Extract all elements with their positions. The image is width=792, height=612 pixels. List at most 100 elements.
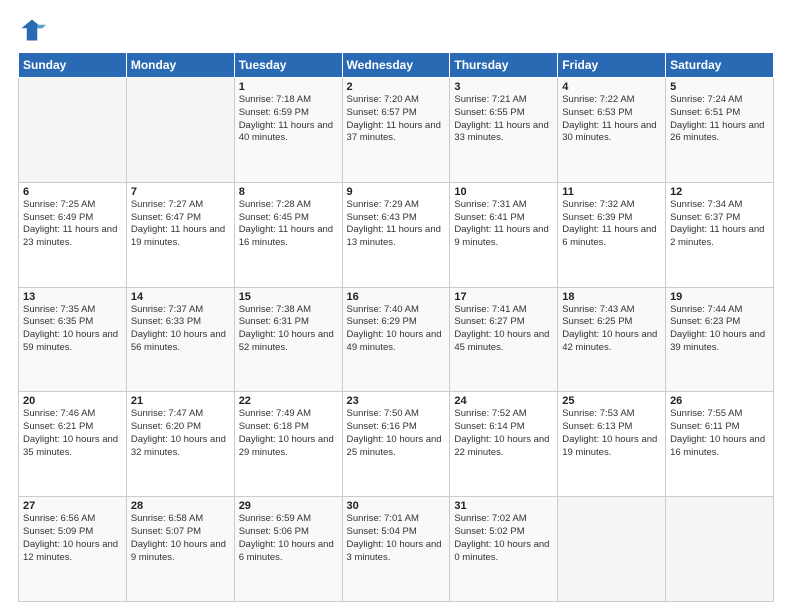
calendar-cell: 2Sunrise: 7:20 AM Sunset: 6:57 PM Daylig… <box>342 78 450 183</box>
calendar-cell: 24Sunrise: 7:52 AM Sunset: 6:14 PM Dayli… <box>450 392 558 497</box>
day-number: 30 <box>347 500 446 512</box>
calendar-body: 1Sunrise: 7:18 AM Sunset: 6:59 PM Daylig… <box>19 78 774 602</box>
day-number: 29 <box>239 500 338 512</box>
calendar-cell: 3Sunrise: 7:21 AM Sunset: 6:55 PM Daylig… <box>450 78 558 183</box>
logo-icon <box>18 16 46 44</box>
calendar-cell: 26Sunrise: 7:55 AM Sunset: 6:11 PM Dayli… <box>666 392 774 497</box>
calendar-cell: 21Sunrise: 7:47 AM Sunset: 6:20 PM Dayli… <box>126 392 234 497</box>
day-info: Sunrise: 7:37 AM Sunset: 6:33 PM Dayligh… <box>131 304 230 355</box>
week-row-3: 13Sunrise: 7:35 AM Sunset: 6:35 PM Dayli… <box>19 287 774 392</box>
calendar-cell: 14Sunrise: 7:37 AM Sunset: 6:33 PM Dayli… <box>126 287 234 392</box>
day-number: 5 <box>670 81 769 93</box>
day-number: 25 <box>562 395 661 407</box>
day-number: 16 <box>347 291 446 303</box>
calendar-cell <box>19 78 127 183</box>
calendar-cell: 12Sunrise: 7:34 AM Sunset: 6:37 PM Dayli… <box>666 182 774 287</box>
day-number: 1 <box>239 81 338 93</box>
calendar-cell: 22Sunrise: 7:49 AM Sunset: 6:18 PM Dayli… <box>234 392 342 497</box>
day-number: 18 <box>562 291 661 303</box>
week-row-4: 20Sunrise: 7:46 AM Sunset: 6:21 PM Dayli… <box>19 392 774 497</box>
day-number: 28 <box>131 500 230 512</box>
day-info: Sunrise: 7:31 AM Sunset: 6:41 PM Dayligh… <box>454 199 553 250</box>
day-info: Sunrise: 7:20 AM Sunset: 6:57 PM Dayligh… <box>347 94 446 145</box>
day-info: Sunrise: 7:18 AM Sunset: 6:59 PM Dayligh… <box>239 94 338 145</box>
day-number: 8 <box>239 186 338 198</box>
calendar-cell: 29Sunrise: 6:59 AM Sunset: 5:06 PM Dayli… <box>234 497 342 602</box>
weekday-header-sunday: Sunday <box>19 53 127 78</box>
calendar-cell: 19Sunrise: 7:44 AM Sunset: 6:23 PM Dayli… <box>666 287 774 392</box>
logo <box>18 16 50 44</box>
calendar-cell: 9Sunrise: 7:29 AM Sunset: 6:43 PM Daylig… <box>342 182 450 287</box>
calendar-cell: 11Sunrise: 7:32 AM Sunset: 6:39 PM Dayli… <box>558 182 666 287</box>
day-info: Sunrise: 7:53 AM Sunset: 6:13 PM Dayligh… <box>562 408 661 459</box>
weekday-header-monday: Monday <box>126 53 234 78</box>
calendar-cell <box>558 497 666 602</box>
day-info: Sunrise: 7:34 AM Sunset: 6:37 PM Dayligh… <box>670 199 769 250</box>
weekday-header-wednesday: Wednesday <box>342 53 450 78</box>
calendar-cell: 30Sunrise: 7:01 AM Sunset: 5:04 PM Dayli… <box>342 497 450 602</box>
day-number: 9 <box>347 186 446 198</box>
calendar-cell: 4Sunrise: 7:22 AM Sunset: 6:53 PM Daylig… <box>558 78 666 183</box>
day-info: Sunrise: 7:29 AM Sunset: 6:43 PM Dayligh… <box>347 199 446 250</box>
calendar-cell: 15Sunrise: 7:38 AM Sunset: 6:31 PM Dayli… <box>234 287 342 392</box>
weekday-header-friday: Friday <box>558 53 666 78</box>
day-info: Sunrise: 7:25 AM Sunset: 6:49 PM Dayligh… <box>23 199 122 250</box>
calendar-cell: 13Sunrise: 7:35 AM Sunset: 6:35 PM Dayli… <box>19 287 127 392</box>
calendar-cell: 31Sunrise: 7:02 AM Sunset: 5:02 PM Dayli… <box>450 497 558 602</box>
day-info: Sunrise: 7:43 AM Sunset: 6:25 PM Dayligh… <box>562 304 661 355</box>
calendar-cell: 10Sunrise: 7:31 AM Sunset: 6:41 PM Dayli… <box>450 182 558 287</box>
day-number: 22 <box>239 395 338 407</box>
day-info: Sunrise: 7:52 AM Sunset: 6:14 PM Dayligh… <box>454 408 553 459</box>
day-info: Sunrise: 7:24 AM Sunset: 6:51 PM Dayligh… <box>670 94 769 145</box>
day-number: 21 <box>131 395 230 407</box>
calendar-cell: 17Sunrise: 7:41 AM Sunset: 6:27 PM Dayli… <box>450 287 558 392</box>
calendar-cell: 18Sunrise: 7:43 AM Sunset: 6:25 PM Dayli… <box>558 287 666 392</box>
calendar: SundayMondayTuesdayWednesdayThursdayFrid… <box>18 52 774 602</box>
day-number: 17 <box>454 291 553 303</box>
calendar-cell: 25Sunrise: 7:53 AM Sunset: 6:13 PM Dayli… <box>558 392 666 497</box>
day-number: 24 <box>454 395 553 407</box>
day-info: Sunrise: 7:32 AM Sunset: 6:39 PM Dayligh… <box>562 199 661 250</box>
calendar-cell: 5Sunrise: 7:24 AM Sunset: 6:51 PM Daylig… <box>666 78 774 183</box>
day-info: Sunrise: 7:44 AM Sunset: 6:23 PM Dayligh… <box>670 304 769 355</box>
calendar-cell: 28Sunrise: 6:58 AM Sunset: 5:07 PM Dayli… <box>126 497 234 602</box>
day-info: Sunrise: 7:55 AM Sunset: 6:11 PM Dayligh… <box>670 408 769 459</box>
day-info: Sunrise: 6:56 AM Sunset: 5:09 PM Dayligh… <box>23 513 122 564</box>
calendar-cell: 6Sunrise: 7:25 AM Sunset: 6:49 PM Daylig… <box>19 182 127 287</box>
day-info: Sunrise: 7:47 AM Sunset: 6:20 PM Dayligh… <box>131 408 230 459</box>
day-info: Sunrise: 7:28 AM Sunset: 6:45 PM Dayligh… <box>239 199 338 250</box>
calendar-cell: 23Sunrise: 7:50 AM Sunset: 6:16 PM Dayli… <box>342 392 450 497</box>
day-info: Sunrise: 7:27 AM Sunset: 6:47 PM Dayligh… <box>131 199 230 250</box>
week-row-2: 6Sunrise: 7:25 AM Sunset: 6:49 PM Daylig… <box>19 182 774 287</box>
day-info: Sunrise: 7:38 AM Sunset: 6:31 PM Dayligh… <box>239 304 338 355</box>
day-number: 12 <box>670 186 769 198</box>
calendar-cell: 1Sunrise: 7:18 AM Sunset: 6:59 PM Daylig… <box>234 78 342 183</box>
day-number: 31 <box>454 500 553 512</box>
day-info: Sunrise: 7:41 AM Sunset: 6:27 PM Dayligh… <box>454 304 553 355</box>
calendar-cell <box>666 497 774 602</box>
weekday-header-saturday: Saturday <box>666 53 774 78</box>
day-number: 10 <box>454 186 553 198</box>
week-row-5: 27Sunrise: 6:56 AM Sunset: 5:09 PM Dayli… <box>19 497 774 602</box>
day-number: 26 <box>670 395 769 407</box>
day-info: Sunrise: 7:35 AM Sunset: 6:35 PM Dayligh… <box>23 304 122 355</box>
day-number: 20 <box>23 395 122 407</box>
calendar-cell: 27Sunrise: 6:56 AM Sunset: 5:09 PM Dayli… <box>19 497 127 602</box>
day-number: 11 <box>562 186 661 198</box>
calendar-cell: 20Sunrise: 7:46 AM Sunset: 6:21 PM Dayli… <box>19 392 127 497</box>
day-number: 4 <box>562 81 661 93</box>
day-number: 3 <box>454 81 553 93</box>
day-info: Sunrise: 7:02 AM Sunset: 5:02 PM Dayligh… <box>454 513 553 564</box>
day-number: 2 <box>347 81 446 93</box>
day-info: Sunrise: 7:49 AM Sunset: 6:18 PM Dayligh… <box>239 408 338 459</box>
day-info: Sunrise: 7:46 AM Sunset: 6:21 PM Dayligh… <box>23 408 122 459</box>
day-number: 23 <box>347 395 446 407</box>
day-info: Sunrise: 7:22 AM Sunset: 6:53 PM Dayligh… <box>562 94 661 145</box>
calendar-cell: 8Sunrise: 7:28 AM Sunset: 6:45 PM Daylig… <box>234 182 342 287</box>
day-info: Sunrise: 7:50 AM Sunset: 6:16 PM Dayligh… <box>347 408 446 459</box>
weekday-header-thursday: Thursday <box>450 53 558 78</box>
day-number: 7 <box>131 186 230 198</box>
calendar-cell: 16Sunrise: 7:40 AM Sunset: 6:29 PM Dayli… <box>342 287 450 392</box>
day-info: Sunrise: 6:58 AM Sunset: 5:07 PM Dayligh… <box>131 513 230 564</box>
day-number: 14 <box>131 291 230 303</box>
